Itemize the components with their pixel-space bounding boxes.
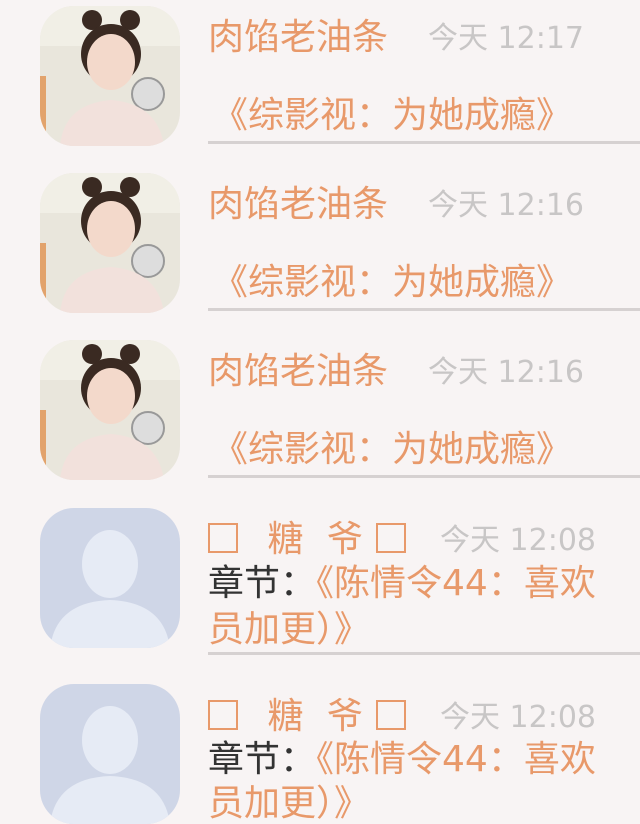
username[interactable]: 糖 爷 xyxy=(208,519,407,560)
timestamp: 今天 12:16 xyxy=(428,355,584,390)
emoji-placeholder-box xyxy=(376,700,407,730)
divider xyxy=(208,308,640,311)
comment-content-line2[interactable]: 员加更）》 xyxy=(208,612,370,648)
timestamp: 今天 12:08 xyxy=(440,523,596,558)
username[interactable]: 肉馅老油条 xyxy=(208,20,388,56)
comment-content[interactable]: 《综影视：为她成瘾》 xyxy=(212,265,572,301)
timestamp: 今天 12:17 xyxy=(428,21,584,56)
avatar[interactable] xyxy=(40,340,180,480)
avatar[interactable] xyxy=(40,173,180,313)
default-avatar-icon[interactable] xyxy=(40,508,180,648)
username[interactable]: 肉馅老油条 xyxy=(208,187,388,223)
comment-content[interactable]: 《综影视：为她成瘾》 xyxy=(212,98,572,134)
comment-content[interactable]: 章节：《陈情令44：喜欢 xyxy=(208,566,596,602)
divider xyxy=(208,475,640,478)
emoji-placeholder-box xyxy=(208,523,238,553)
default-avatar-icon[interactable] xyxy=(40,684,180,824)
username-char: 爷 xyxy=(326,696,363,737)
emoji-placeholder-box xyxy=(376,523,407,553)
comment-content[interactable]: 《综影视：为她成瘾》 xyxy=(212,432,572,468)
divider xyxy=(208,652,640,655)
comment-content[interactable]: 章节：《陈情令44：喜欢 xyxy=(208,742,596,778)
chapter-title[interactable]: 《陈情令44：喜欢 xyxy=(316,739,596,780)
timestamp: 今天 12:08 xyxy=(440,700,596,735)
username-char: 糖 xyxy=(267,696,304,737)
username[interactable]: 糖 爷 xyxy=(208,696,407,737)
timestamp: 今天 12:16 xyxy=(428,188,584,223)
username[interactable]: 肉馅老油条 xyxy=(208,354,388,390)
chapter-prefix: 章节： xyxy=(208,563,317,604)
username-char: 爷 xyxy=(326,519,363,560)
divider xyxy=(208,141,640,144)
comment-content-line2[interactable]: 员加更）》 xyxy=(208,786,370,822)
chapter-title[interactable]: 《陈情令44：喜欢 xyxy=(316,563,596,604)
username-char: 糖 xyxy=(267,519,304,560)
avatar[interactable] xyxy=(40,6,180,146)
chapter-prefix: 章节： xyxy=(208,739,317,780)
emoji-placeholder-box xyxy=(208,700,238,730)
